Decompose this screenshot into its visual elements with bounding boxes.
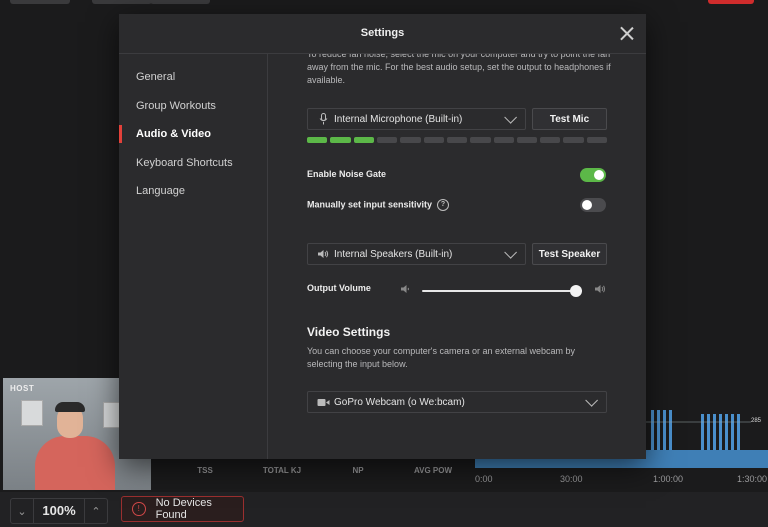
zoom-value: 100% bbox=[33, 499, 85, 523]
video-settings-description: You can choose your computer's camera or… bbox=[307, 346, 576, 369]
mic-level-segment bbox=[540, 137, 561, 143]
timeline-tick: 0:00 bbox=[475, 474, 493, 484]
settings-modal: Settings General Group Workouts Audio & … bbox=[119, 14, 646, 459]
mic-level-segment bbox=[330, 137, 351, 143]
mic-level-segment bbox=[307, 137, 328, 143]
zoom-control: ⌄ 100% ⌃ bbox=[10, 498, 108, 524]
microphone-select-value: Internal Microphone (Built-in) bbox=[334, 113, 463, 125]
top-bar-fragments bbox=[0, 0, 768, 6]
timeline-tick: 1:30:00 bbox=[737, 474, 768, 484]
mic-level-segment bbox=[376, 137, 398, 143]
bottom-bar: ⌄ 100% ⌃ ! No Devices Found bbox=[0, 492, 768, 527]
speaker-select[interactable]: Internal Speakers (Built-in) bbox=[307, 243, 526, 265]
chevron-down-icon bbox=[504, 110, 517, 124]
volume-high-icon bbox=[595, 285, 606, 293]
mic-level-segment bbox=[446, 137, 468, 143]
settings-sidebar: General Group Workouts Audio & Video Key… bbox=[119, 54, 268, 459]
no-devices-label: No Devices Found bbox=[155, 497, 212, 521]
sidebar-item-keyboard-shortcuts[interactable]: Keyboard Shortcuts bbox=[136, 157, 233, 169]
noise-gate-toggle[interactable] bbox=[580, 168, 606, 182]
sidebar-item-group-workouts[interactable]: Group Workouts bbox=[136, 100, 216, 112]
stat-label: AVG POW bbox=[413, 466, 453, 475]
chevron-up-icon[interactable]: ⌃ bbox=[85, 505, 107, 518]
settings-content: To reduce fan noise, select the mic on y… bbox=[268, 54, 646, 459]
mic-level-segment bbox=[586, 137, 608, 143]
microphone-select[interactable]: Internal Microphone (Built-in) bbox=[307, 108, 526, 130]
top-chip-red bbox=[708, 0, 754, 4]
top-chip bbox=[150, 0, 210, 4]
speaker-icon bbox=[316, 249, 330, 259]
chevron-down-icon[interactable]: ⌄ bbox=[11, 505, 33, 518]
stat-label: NP bbox=[352, 466, 364, 475]
camera-select-value: GoPro Webcam (o We:bcam) bbox=[334, 396, 465, 408]
chevron-down-icon bbox=[585, 393, 598, 407]
sidebar-item-general[interactable]: General bbox=[136, 71, 175, 83]
input-sensitivity-label: Manually set input sensitivity bbox=[307, 199, 433, 210]
host-label: HOST bbox=[10, 384, 35, 393]
modal-header: Settings bbox=[119, 14, 646, 54]
mic-level-meter bbox=[307, 137, 608, 143]
video-camera-icon bbox=[316, 398, 330, 407]
top-chip bbox=[92, 0, 152, 4]
close-icon[interactable] bbox=[620, 26, 634, 40]
test-mic-button[interactable]: Test Mic bbox=[532, 108, 607, 130]
output-volume-thumb[interactable] bbox=[570, 285, 582, 297]
speaker-select-value: Internal Speakers (Built-in) bbox=[334, 248, 453, 260]
chart-marker-value: 285 bbox=[751, 418, 762, 424]
active-indicator bbox=[119, 125, 122, 143]
mic-level-segment bbox=[400, 137, 421, 143]
mic-level-segment bbox=[516, 137, 538, 143]
output-volume-label: Output Volume bbox=[307, 283, 371, 293]
video-settings-title: Video Settings bbox=[307, 325, 391, 339]
mic-level-segment bbox=[353, 137, 374, 143]
no-devices-button[interactable]: ! No Devices Found bbox=[121, 496, 244, 522]
help-icon[interactable]: ? bbox=[437, 199, 450, 211]
mic-level-segment bbox=[470, 137, 491, 143]
stat-label: TOTAL KJ bbox=[262, 466, 302, 475]
camera-select[interactable]: GoPro Webcam (o We:bcam) bbox=[307, 391, 607, 413]
input-sensitivity-toggle[interactable] bbox=[580, 198, 606, 212]
volume-low-icon bbox=[401, 285, 409, 293]
mic-level-segment bbox=[493, 137, 514, 143]
sidebar-item-audio-video[interactable]: Audio & Video bbox=[136, 128, 211, 140]
timeline-tick: 30:00 bbox=[560, 474, 583, 484]
output-volume-slider[interactable] bbox=[422, 285, 582, 297]
workout-stats: TSS TOTAL KJ NP AVG POW bbox=[170, 458, 470, 490]
timeline-tick: 1:00:00 bbox=[653, 474, 684, 484]
timeline-axis: 0:00 30:00 1:00:00 1:30:00 bbox=[475, 468, 768, 492]
test-speaker-button[interactable]: Test Speaker bbox=[532, 243, 607, 265]
noise-gate-label: Enable Noise Gate bbox=[307, 169, 387, 179]
chevron-down-icon bbox=[504, 245, 517, 259]
top-chip bbox=[10, 0, 70, 4]
stat-label: TSS bbox=[197, 466, 213, 475]
warning-icon: ! bbox=[132, 502, 146, 516]
mic-level-segment bbox=[423, 137, 444, 143]
mic-level-segment bbox=[563, 137, 584, 143]
sidebar-item-language[interactable]: Language bbox=[136, 185, 185, 197]
input-sensitivity-row: Manually set input sensitivity? bbox=[307, 199, 450, 211]
microphone-icon bbox=[316, 113, 330, 125]
modal-title: Settings bbox=[360, 27, 405, 39]
audio-intro-text: To reduce fan noise, select the mic on y… bbox=[307, 54, 611, 85]
